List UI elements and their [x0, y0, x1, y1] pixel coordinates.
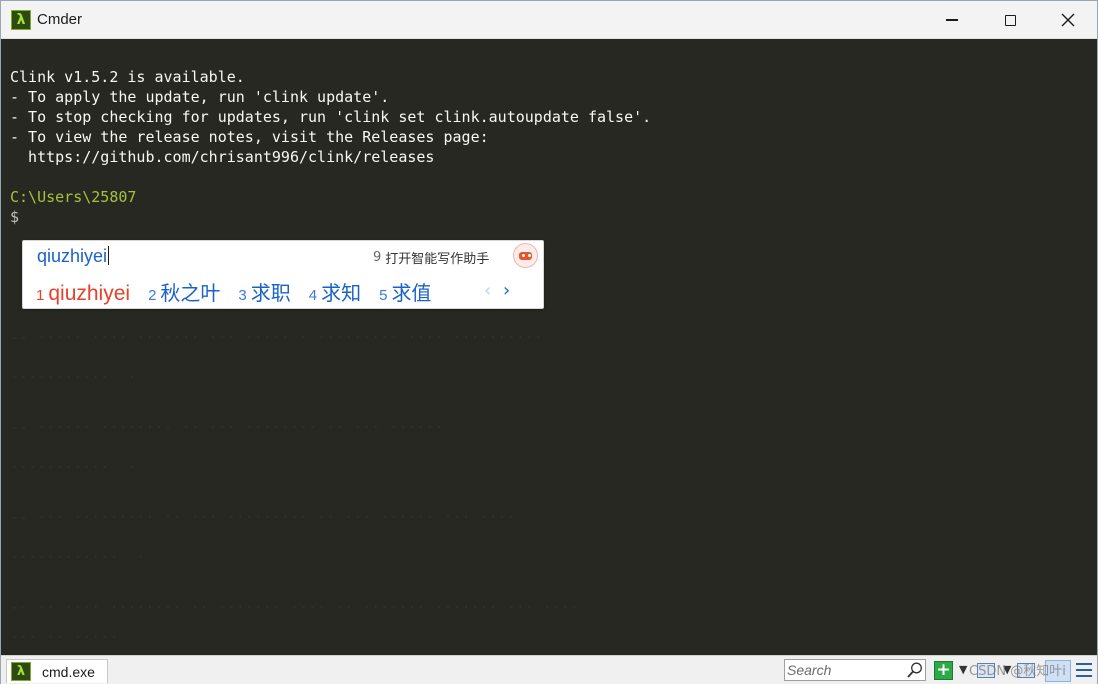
- assist-number: 9: [373, 250, 382, 265]
- console-view-icon[interactable]: [977, 663, 995, 678]
- status-bar: λ cmd.exe + ▼ ▼ CSDN @秋知叶i: [1, 655, 1097, 684]
- ghost-line: ··········· ·: [10, 458, 137, 476]
- page-prev-icon[interactable]: ‹: [484, 280, 491, 301]
- ime-composition-text: qiuzhiyei: [37, 246, 110, 267]
- update-line: - To stop checking for updates, run 'cli…: [10, 108, 652, 126]
- maximize-button[interactable]: [981, 1, 1039, 39]
- candidate-text: 秋之叶: [160, 281, 221, 305]
- ghost-line: -- ··· ········· ·· ··· ········· ·· ···…: [10, 508, 516, 526]
- ghost-line: -- ······ ········ ·· ··· ········ ·· ··…: [10, 418, 444, 436]
- chevron-down-icon[interactable]: ▼: [959, 663, 967, 676]
- ime-candidate-list: 1 qiuzhiyei 2 秋之叶 3 求职 4 求知 5 求值: [36, 277, 449, 306]
- candidate-number: 3: [238, 287, 247, 304]
- ghost-line: -- ····· ···· ······· ··· ····· · ······…: [10, 328, 543, 346]
- minimize-icon: [946, 19, 958, 21]
- page-next-icon[interactable]: ›: [503, 280, 510, 301]
- candidate-item[interactable]: 2 秋之叶: [148, 277, 220, 306]
- update-line: Clink v1.5.2 is available.: [10, 68, 245, 86]
- candidate-number: 5: [379, 287, 388, 304]
- candidate-number: 1: [36, 287, 45, 304]
- cwd-path: C:\Users\25807: [10, 188, 137, 206]
- update-url: https://github.com/chrisant996/clink/rel…: [10, 148, 435, 166]
- update-line: - To apply the update, run 'clink update…: [10, 88, 390, 106]
- ghost-line: -- ·· ···· ········ ·· ······· ···· ·· ·…: [10, 598, 579, 616]
- candidate-item[interactable]: 3 求职: [238, 277, 290, 306]
- search-icon[interactable]: [906, 661, 924, 679]
- tab-cmd-exe[interactable]: λ cmd.exe: [6, 659, 108, 683]
- prompt-symbol: $: [10, 208, 20, 226]
- ghost-line: ············ ·: [10, 548, 146, 566]
- ghost-line: ··········· ·: [10, 368, 137, 386]
- candidate-item[interactable]: 4 求知: [309, 277, 361, 306]
- search-box: [784, 659, 926, 681]
- candidate-number: 4: [308, 287, 318, 304]
- candidate-item[interactable]: 1 qiuzhiyei: [36, 282, 130, 306]
- maximize-icon: [1004, 14, 1016, 26]
- candidate-text: qiuzhiyei: [48, 282, 131, 305]
- assist-label: 打开智能写作助手: [385, 252, 490, 267]
- text-caret: [108, 246, 110, 265]
- candidate-text: 求值: [391, 281, 432, 305]
- ime-mascot-icon[interactable]: [513, 243, 538, 268]
- lambda-tab-icon: λ: [11, 662, 31, 681]
- tab-label: cmd.exe: [42, 664, 95, 680]
- candidate-text: 求知: [321, 281, 362, 305]
- new-console-icon[interactable]: +: [934, 661, 953, 680]
- terminal-console[interactable]: Clink v1.5.2 is available. - To apply th…: [1, 39, 1097, 655]
- candidate-item[interactable]: 5 求值: [379, 277, 431, 306]
- cmder-window: λ Cmder Clink v1.5.2 is available. - To …: [0, 0, 1098, 684]
- ime-candidate-window: qiuzhiyei 9 打开智能写作助手 1 qiuzhiyei 2 秋之叶 3…: [22, 240, 544, 309]
- chevron-down-icon[interactable]: ▼: [1003, 663, 1011, 676]
- split-console-icon[interactable]: [1017, 663, 1035, 678]
- active-console-icon[interactable]: [1045, 660, 1071, 682]
- search-input[interactable]: [787, 661, 899, 679]
- lambda-app-icon: λ: [11, 10, 31, 30]
- close-button[interactable]: [1039, 1, 1097, 39]
- ghost-line: ··· ·· ·····: [10, 628, 119, 646]
- minimize-button[interactable]: [923, 1, 981, 39]
- update-line: - To view the release notes, visit the R…: [10, 128, 489, 146]
- close-icon: [1061, 13, 1075, 27]
- title-bar[interactable]: λ Cmder: [1, 1, 1097, 39]
- window-title: Cmder: [37, 11, 83, 28]
- ime-assist-button[interactable]: 9 打开智能写作助手: [373, 248, 489, 267]
- candidate-number: 2: [148, 287, 157, 304]
- mascot-eye: [528, 254, 531, 257]
- mascot-eye: [522, 254, 525, 257]
- composition-string: qiuzhiyei: [37, 246, 108, 266]
- candidate-text: 求职: [250, 281, 291, 305]
- menu-icon[interactable]: [1076, 663, 1092, 677]
